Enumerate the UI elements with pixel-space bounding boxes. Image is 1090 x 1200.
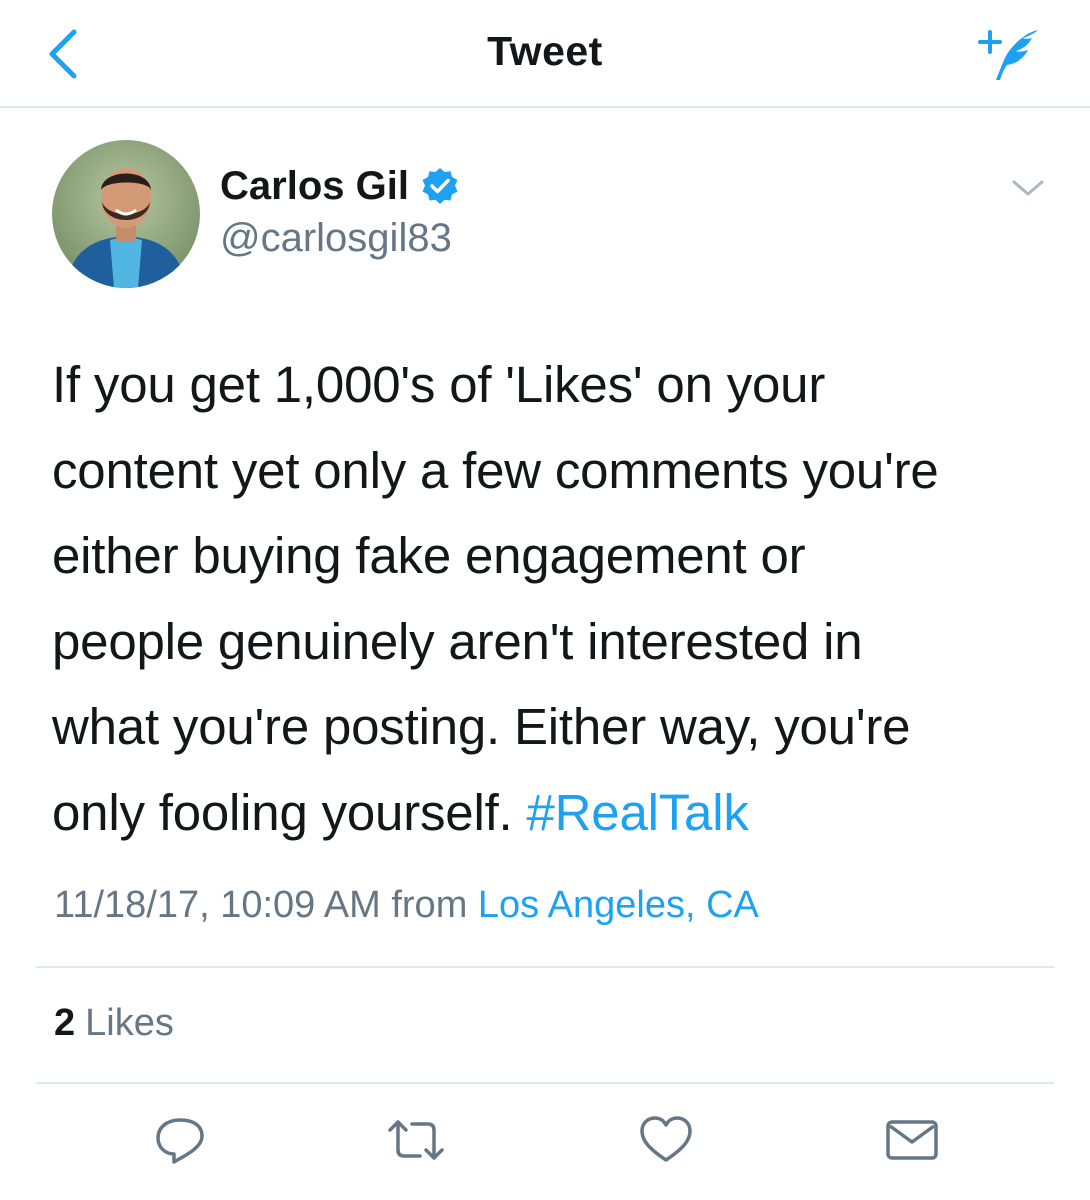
- retweet-button[interactable]: [386, 1112, 446, 1168]
- author-name[interactable]: Carlos Gil: [220, 164, 409, 209]
- likes-count: 2: [54, 1002, 76, 1044]
- tweet-line-text: only fooling yourself.: [52, 783, 527, 841]
- heart-icon: [640, 1116, 692, 1162]
- more-options-button[interactable]: [1008, 170, 1048, 206]
- tweet-line: either buying fake engagement or: [52, 527, 806, 584]
- reply-icon: [156, 1118, 204, 1164]
- tweet-line: what you're posting. Either way, you're: [52, 698, 911, 755]
- divider: [36, 966, 1054, 968]
- hashtag-link[interactable]: #RealTalk: [527, 784, 749, 841]
- compose-tweet-button[interactable]: [966, 20, 1046, 86]
- author-name-row[interactable]: Carlos Gil: [220, 160, 459, 212]
- tweet-text: If you get 1,000's of 'Likes' on your co…: [52, 342, 1042, 855]
- envelope-icon: [886, 1120, 938, 1160]
- author-handle[interactable]: @carlosgil83: [220, 216, 452, 261]
- chevron-down-icon: [1012, 180, 1044, 196]
- location-link[interactable]: Los Angeles, CA: [478, 884, 759, 926]
- tweet-line: content yet only a few comments you're: [52, 441, 939, 499]
- tweet-meta: 11/18/17, 10:09 AM from Los Angeles, CA: [54, 884, 759, 927]
- retweet-icon: [388, 1120, 444, 1160]
- likes-label: Likes: [85, 1002, 174, 1044]
- divider: [36, 1082, 1054, 1084]
- direct-message-button[interactable]: [882, 1112, 942, 1168]
- avatar[interactable]: [52, 140, 200, 288]
- timestamp: 11/18/17, 10:09 AM: [54, 884, 381, 926]
- tweet-line-last: only fooling yourself. #RealTalk: [52, 770, 1042, 856]
- tweet-line: people genuinely aren't interested in: [52, 612, 863, 670]
- profile-photo: [52, 140, 200, 288]
- verified-badge-icon: [421, 167, 459, 205]
- nav-bar: Tweet: [0, 0, 1090, 108]
- page-title: Tweet: [487, 28, 603, 74]
- likes-stat[interactable]: 2 Likes: [54, 1002, 174, 1045]
- like-button[interactable]: [636, 1112, 696, 1168]
- compose-feather-icon: [978, 30, 1038, 80]
- reply-button[interactable]: [150, 1112, 210, 1168]
- tweet-line: If you get 1,000's of 'Likes' on your: [52, 356, 826, 413]
- tweet-detail-screen: Tweet Carlos Gil @carlosgil83 If you get…: [0, 0, 1090, 1200]
- from-label: from: [391, 884, 468, 926]
